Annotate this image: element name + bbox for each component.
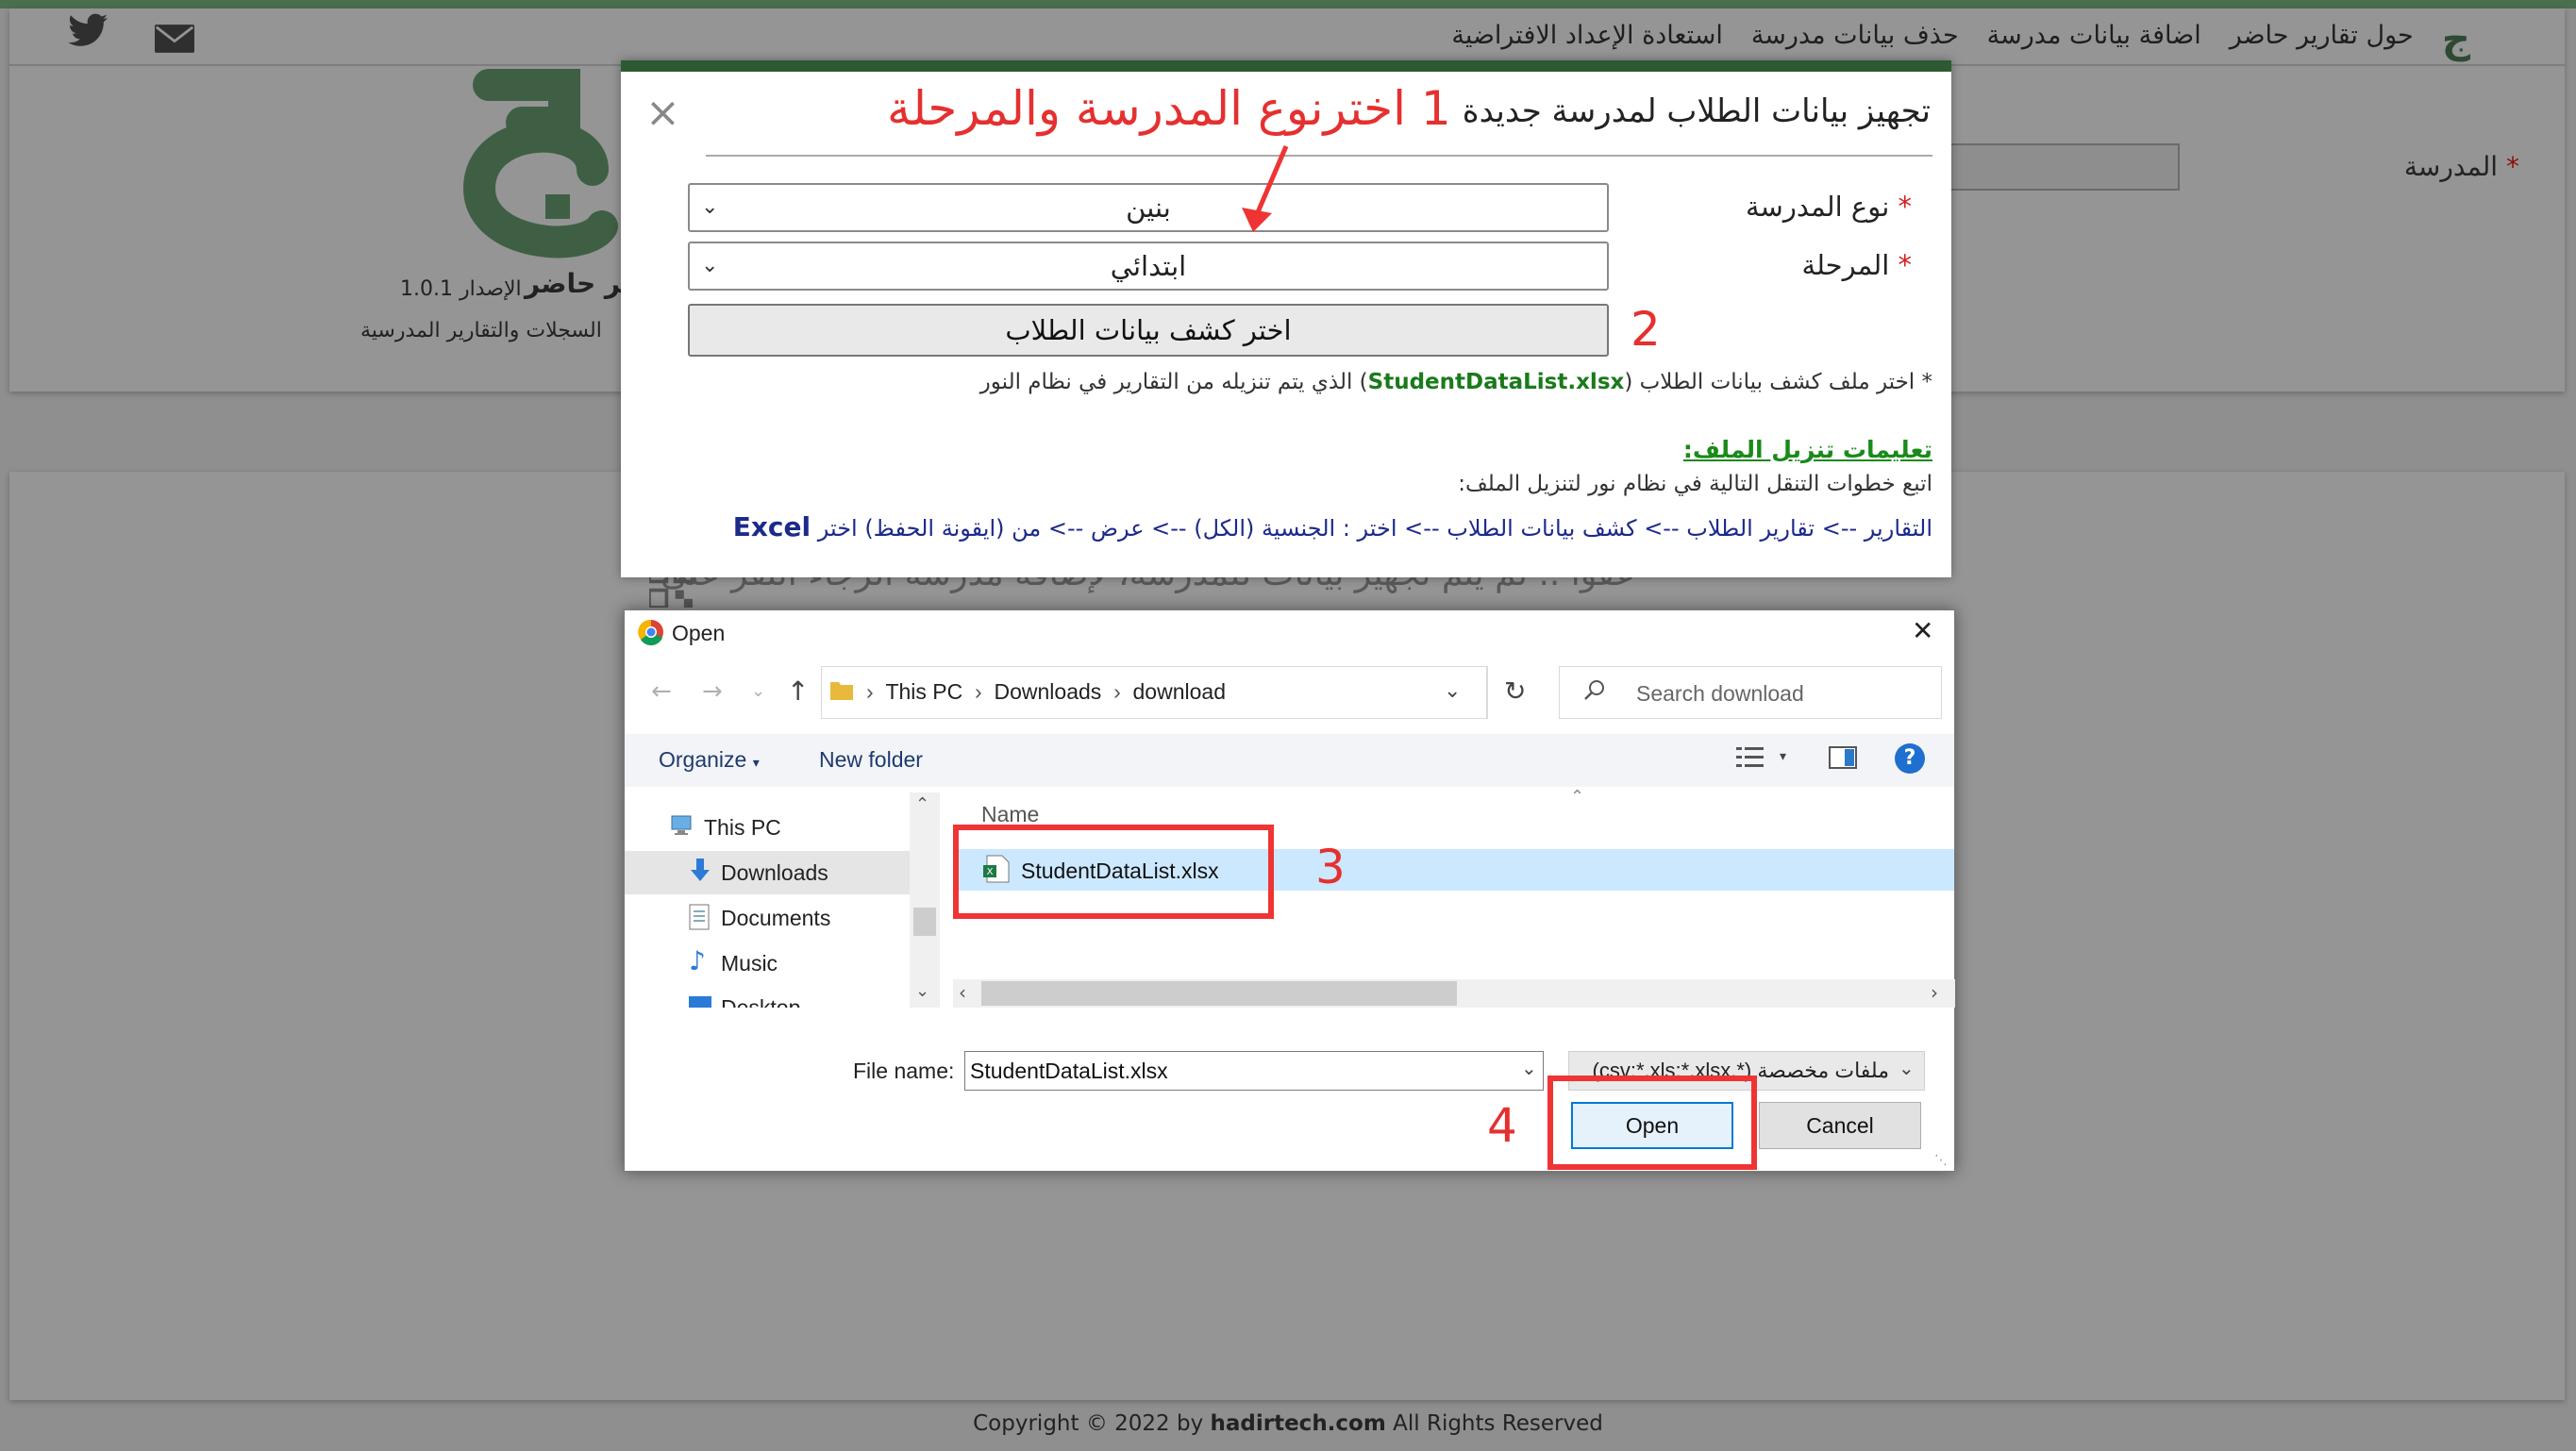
breadcrumb-this-pc[interactable]: This PC bbox=[885, 679, 962, 704]
nav-item-documents[interactable]: Documents bbox=[721, 906, 830, 931]
school-type-select[interactable]: ⌄ بنين bbox=[688, 183, 1609, 232]
scroll-up-icon[interactable]: ⌃ bbox=[915, 794, 929, 814]
dialog-close-button[interactable]: ✕ bbox=[1912, 615, 1933, 646]
footer: Copyright © 2022 by hadirtech.com All Ri… bbox=[973, 1411, 1603, 1436]
view-options-icon[interactable] bbox=[1736, 745, 1765, 770]
chrome-icon bbox=[638, 619, 664, 646]
school-select[interactable] bbox=[1925, 143, 2180, 191]
stage-select[interactable]: ⌄ ابتدائي bbox=[688, 242, 1609, 291]
annotation-step-1: 1 اخترنوع المدرسة والمرحلة bbox=[887, 81, 1451, 136]
nav-restore-defaults[interactable]: استعادة الإعداد الافتراضية bbox=[1451, 21, 1722, 57]
footer-link[interactable]: hadirtech.com bbox=[1211, 1411, 1386, 1436]
organize-button[interactable]: Organize ▾ bbox=[659, 747, 760, 773]
chevron-down-icon: ⌄ bbox=[701, 195, 719, 219]
twitter-icon[interactable] bbox=[68, 13, 108, 57]
dialog-title: Open bbox=[672, 621, 726, 645]
annotation-step-2: 2 bbox=[1631, 302, 1661, 357]
file-name-value: StudentDataList.xlsx bbox=[970, 1059, 1168, 1083]
back-arrow-icon[interactable]: ← bbox=[651, 677, 672, 706]
app-logo-icon bbox=[451, 66, 630, 264]
file-type-dropdown-icon[interactable]: ⌄ bbox=[1899, 1057, 1915, 1079]
nav-scrollbar-thumb[interactable] bbox=[913, 908, 936, 936]
address-divider bbox=[1487, 666, 1488, 719]
address-dropdown-icon[interactable]: ⌄ bbox=[1444, 679, 1461, 703]
instructions-line-2: التقارير --> تقارير الطلاب --> كشف بيانا… bbox=[732, 511, 1932, 542]
forward-arrow-icon[interactable]: → bbox=[702, 677, 723, 706]
nav-item-desktop[interactable]: Desktop bbox=[721, 994, 800, 1008]
breadcrumb: › This PC › Downloads › download bbox=[866, 679, 1226, 704]
music-icon: ♪ bbox=[689, 945, 706, 976]
scroll-right-icon[interactable]: › bbox=[1931, 981, 1938, 1004]
stage-label: * المرحلة bbox=[1801, 249, 1912, 281]
breadcrumb-downloads[interactable]: Downloads bbox=[994, 679, 1101, 704]
refresh-icon[interactable]: ↻ bbox=[1504, 675, 1526, 707]
folder-icon bbox=[830, 679, 853, 700]
sort-up-icon: ⌃ bbox=[1570, 787, 1585, 807]
modal-close-button[interactable]: × bbox=[645, 92, 680, 134]
choose-student-file-button[interactable]: اختر كشف بيانات الطلاب bbox=[688, 304, 1609, 357]
help-icon[interactable]: ? bbox=[1895, 743, 1925, 774]
nav-add-school[interactable]: اضافة بيانات مدرسة bbox=[1987, 21, 2201, 57]
annotation-step-3: 3 bbox=[1315, 840, 1346, 894]
chevron-down-icon: ⌄ bbox=[701, 254, 719, 277]
scroll-down-icon[interactable]: ⌄ bbox=[915, 981, 929, 1001]
school-type-label: * نوع المدرسة bbox=[1745, 191, 1912, 223]
annotation-step-4: 4 bbox=[1487, 1098, 1517, 1153]
top-accent-bar bbox=[0, 0, 2576, 8]
up-arrow-icon[interactable]: ↑ bbox=[787, 675, 809, 707]
annotation-arrow-icon bbox=[1242, 145, 1289, 232]
preview-pane-icon[interactable] bbox=[1829, 745, 1857, 770]
school-label: المدرسة * bbox=[2403, 151, 2519, 182]
cancel-button-label: Cancel bbox=[1806, 1113, 1874, 1138]
app-version: 1.0.1 الإصدار bbox=[400, 277, 522, 301]
instructions-line-1: اتبع خطوات التنقل التالية في نظام نور لت… bbox=[1458, 472, 1932, 496]
view-dropdown-icon[interactable]: ▾ bbox=[1780, 749, 1786, 764]
nav-scrollbar[interactable] bbox=[910, 792, 940, 1008]
downloads-icon bbox=[689, 859, 711, 883]
annotation-box-file bbox=[953, 825, 1274, 919]
desktop-icon bbox=[689, 996, 711, 1008]
new-folder-button[interactable]: New folder bbox=[819, 747, 923, 773]
this-pc-icon bbox=[670, 815, 693, 836]
nav-item-downloads[interactable]: Downloads bbox=[721, 860, 828, 886]
nav-about[interactable]: حول تقارير حاضر bbox=[2230, 21, 2414, 57]
file-hint: * اختر ملف كشف بيانات الطلاب (StudentDat… bbox=[979, 370, 1932, 394]
mail-icon[interactable] bbox=[155, 19, 194, 62]
column-header-name[interactable]: Name bbox=[981, 802, 1039, 827]
modal-title-divider bbox=[706, 155, 1932, 157]
instructions-title: تعليمات تنزيل الملف: bbox=[1682, 436, 1932, 463]
main-nav: ج حول تقارير حاضر اضافة بيانات مدرسة حذف… bbox=[1451, 19, 2470, 58]
scroll-left-icon[interactable]: ‹ bbox=[959, 981, 966, 1004]
nav-delete-school[interactable]: حذف بيانات مدرسة bbox=[1751, 21, 1959, 57]
file-name-label: File name: bbox=[853, 1059, 955, 1083]
breadcrumb-download[interactable]: download bbox=[1133, 679, 1226, 704]
nav-item-this-pc[interactable]: This PC bbox=[704, 815, 781, 841]
modal-title: تجهيز بيانات الطلاب لمدرسة جديدة bbox=[1462, 92, 1931, 130]
search-placeholder: Search download bbox=[1636, 681, 1804, 706]
nav-item-music[interactable]: Music bbox=[721, 951, 778, 976]
recent-dropdown-icon[interactable]: ⌄ bbox=[751, 681, 765, 701]
annotation-box-open bbox=[1547, 1076, 1757, 1170]
documents-icon bbox=[689, 904, 710, 930]
file-name-dropdown-icon[interactable]: ⌄ bbox=[1521, 1057, 1537, 1079]
site-logo-icon[interactable]: ج bbox=[2442, 19, 2470, 58]
files-hscrollbar-thumb[interactable] bbox=[981, 981, 1457, 1006]
search-icon bbox=[1581, 677, 1608, 704]
app-tagline: السجلات والتقارير المدرسية bbox=[360, 319, 602, 342]
resize-grip-icon[interactable]: ⋱ bbox=[1934, 1153, 1948, 1168]
